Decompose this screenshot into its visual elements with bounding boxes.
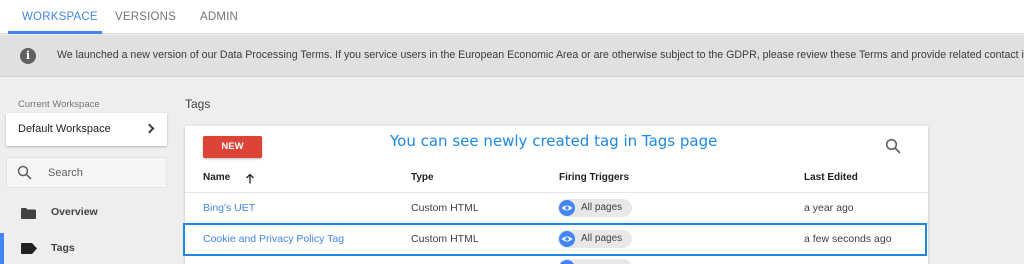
tab-workspace[interactable]: WORKSPACE	[22, 0, 98, 34]
last-edited: a year ago	[804, 202, 854, 214]
sidebar-item-label: Overview	[51, 206, 98, 218]
tab-admin[interactable]: ADMIN	[200, 0, 238, 34]
active-tab-indicator	[8, 31, 102, 34]
trigger-label: All pages	[581, 233, 623, 244]
tutorial-annotation: You can see newly created tag in Tags pa…	[390, 132, 718, 150]
tag-type: Custom HTML	[411, 202, 479, 214]
search-icon	[17, 165, 32, 180]
folder-icon	[21, 208, 36, 219]
column-header-type: Type	[411, 172, 434, 183]
top-nav-bar: WORKSPACE VERSIONS ADMIN	[0, 0, 1024, 34]
eye-icon	[559, 200, 575, 216]
eye-icon	[559, 260, 575, 264]
tag-name-link[interactable]: Cookie and Privacy Policy Tag	[203, 233, 344, 245]
table-row: Cookie and Privacy Policy Tag Custom HTM…	[185, 224, 928, 254]
sidebar-item-tags[interactable]: Tags	[0, 233, 175, 264]
gdpr-notice-banner: i We launched a new version of our Data …	[0, 35, 1024, 77]
banner-text: We launched a new version of our Data Pr…	[57, 49, 1024, 61]
column-header-firing-triggers: Firing Triggers	[559, 172, 630, 183]
column-header-last-edited[interactable]: Last Edited	[804, 172, 858, 183]
tag-type: Custom HTML	[411, 233, 479, 245]
info-icon: i	[20, 48, 36, 64]
last-edited: a few seconds ago	[804, 233, 892, 245]
active-nav-indicator	[0, 233, 4, 264]
workspace-selector[interactable]: Default Workspace	[6, 113, 167, 146]
sidebar-search[interactable]: Search	[6, 157, 167, 188]
tags-table-card: NEW You can see newly created tag in Tag…	[185, 126, 928, 264]
trigger-chip[interactable]: All pages	[558, 199, 632, 217]
current-workspace-label: Current Workspace	[18, 99, 100, 110]
search-icon[interactable]	[885, 138, 901, 154]
row-divider	[185, 255, 928, 256]
tab-versions[interactable]: VERSIONS	[115, 0, 176, 34]
trigger-label: All pages	[581, 202, 623, 213]
chevron-right-icon	[144, 123, 155, 134]
sidebar-item-overview[interactable]: Overview	[0, 197, 175, 229]
trigger-chip-partial[interactable]	[558, 259, 632, 264]
table-row: Bing's UET Custom HTML All pages a year …	[185, 193, 928, 223]
trigger-chip[interactable]: All pages	[558, 230, 632, 248]
column-header-name[interactable]: Name	[203, 172, 230, 183]
tag-icon	[21, 243, 37, 254]
workspace-name: Default Workspace	[18, 123, 111, 135]
tag-name-link[interactable]: Bing's UET	[203, 202, 255, 214]
sidebar-item-label: Tags	[51, 242, 75, 254]
new-tag-button[interactable]: NEW	[203, 136, 262, 158]
search-placeholder: Search	[48, 167, 83, 179]
sort-ascending-icon[interactable]	[245, 173, 255, 184]
eye-icon	[559, 231, 575, 247]
page-title: Tags	[185, 97, 211, 111]
